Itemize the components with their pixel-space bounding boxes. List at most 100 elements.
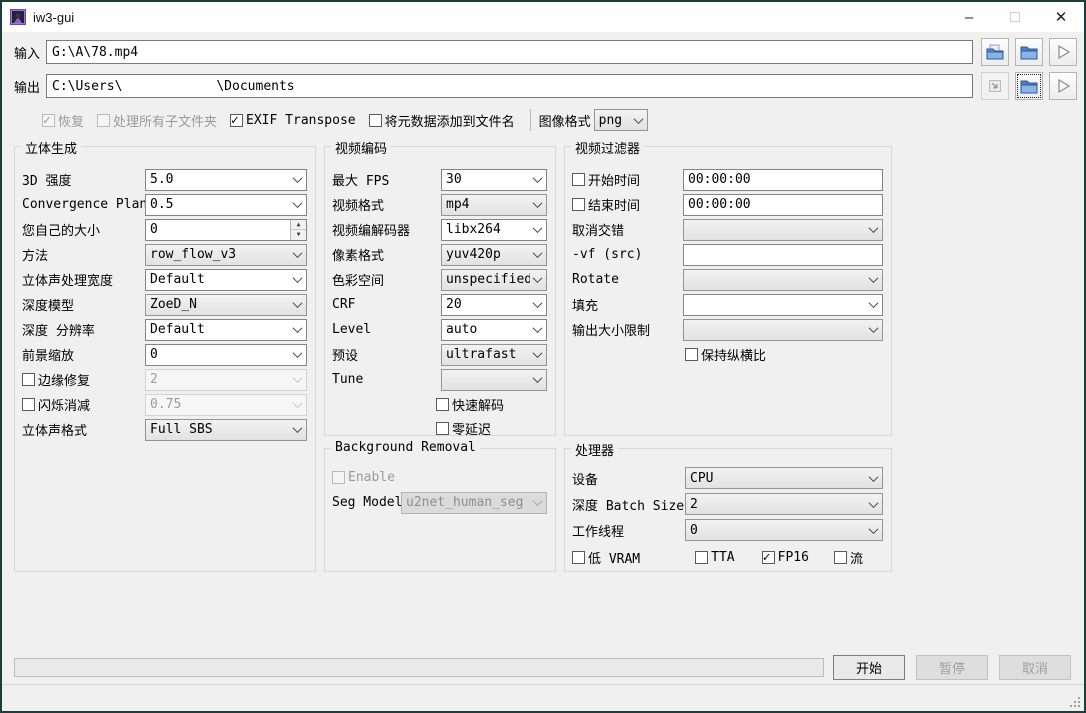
input-folder-button[interactable] bbox=[1015, 38, 1043, 66]
output-folder-button[interactable] bbox=[1015, 72, 1043, 100]
input-path-field[interactable]: G:\A\78.mp4 bbox=[46, 40, 973, 64]
stereo-format-select[interactable]: Full SBS bbox=[145, 419, 307, 441]
fp16-checkbox[interactable]: FP16 bbox=[762, 550, 809, 565]
preset-select[interactable]: ultrafast bbox=[441, 344, 547, 366]
pause-button[interactable]: 暂停 bbox=[916, 655, 988, 680]
start-button[interactable]: 开始 bbox=[833, 655, 905, 680]
colorspace-select[interactable]: unspecified bbox=[441, 269, 547, 291]
panel-title: 立体生成 bbox=[21, 138, 81, 157]
chevron-down-icon bbox=[290, 251, 305, 258]
output-path-field[interactable]: C:\Users\ \Documents bbox=[46, 74, 973, 98]
chevron-down-icon bbox=[290, 401, 305, 408]
field-row: 立体声处理宽度 Default bbox=[22, 267, 307, 292]
chevron-down-icon bbox=[866, 527, 881, 534]
field-row: 闪烁消减 0.75 bbox=[22, 392, 307, 417]
resume-checkbox[interactable]: 恢复 bbox=[42, 111, 84, 130]
end-time-field[interactable]: 00:00:00 bbox=[683, 194, 883, 216]
max-output-size-select[interactable] bbox=[683, 319, 883, 341]
output-auto-button[interactable] bbox=[981, 72, 1009, 100]
device-select[interactable]: CPU bbox=[685, 467, 883, 489]
chevron-down-icon bbox=[530, 276, 545, 283]
flicker-reduction-checkbox[interactable] bbox=[22, 398, 35, 411]
keep-aspect-checkbox[interactable]: 保持纵横比 bbox=[685, 345, 766, 364]
divergence-select[interactable]: 5.0 bbox=[145, 169, 307, 191]
metadata-filename-checkbox[interactable]: 将元数据添加到文件名 bbox=[369, 111, 515, 130]
own-size-spinner[interactable]: 0 ▲ ▼ bbox=[145, 219, 307, 241]
checkbox-icon bbox=[685, 348, 698, 361]
field-row: Level auto bbox=[332, 317, 547, 342]
stream-checkbox[interactable]: 流 bbox=[834, 548, 863, 567]
cancel-button[interactable]: 取消 bbox=[999, 655, 1071, 680]
input-play-button[interactable] bbox=[1049, 38, 1077, 66]
start-time-checkbox[interactable] bbox=[572, 173, 585, 186]
image-format-select[interactable]: png bbox=[594, 109, 648, 131]
level-select[interactable]: auto bbox=[441, 319, 547, 341]
max-fps-select[interactable]: 30 bbox=[441, 169, 547, 191]
resize-grip-icon[interactable] bbox=[1070, 697, 1080, 707]
exif-transpose-checkbox[interactable]: EXIF Transpose bbox=[230, 113, 356, 128]
zero-latency-checkbox[interactable]: 零延迟 bbox=[436, 419, 491, 438]
tune-select[interactable] bbox=[441, 369, 547, 391]
spin-up-icon[interactable]: ▲ bbox=[291, 220, 306, 231]
input-file-button[interactable] bbox=[981, 38, 1009, 66]
checkbox-icon bbox=[332, 471, 345, 484]
checkbox-icon bbox=[834, 551, 847, 564]
folder-icon bbox=[1019, 76, 1039, 96]
convergence-select[interactable]: 0.5 bbox=[145, 194, 307, 216]
main-content: 输入 G:\A\78.mp4 bbox=[2, 32, 1084, 711]
field-row: 取消交错 bbox=[572, 217, 883, 242]
play-icon bbox=[1053, 42, 1073, 62]
depth-model-select[interactable]: ZoeD_N bbox=[145, 294, 307, 316]
padding-select[interactable] bbox=[683, 294, 883, 316]
depth-batch-size-select[interactable]: 2 bbox=[685, 493, 883, 515]
chevron-down-icon bbox=[530, 376, 545, 383]
chevron-down-icon bbox=[290, 276, 305, 283]
field-row: 3D 强度 5.0 bbox=[22, 167, 307, 192]
edge-fix-select[interactable]: 2 bbox=[145, 369, 307, 391]
worker-threads-select[interactable]: 0 bbox=[685, 519, 883, 541]
chevron-down-icon bbox=[631, 117, 646, 124]
close-button[interactable]: ✕ bbox=[1038, 2, 1084, 32]
output-label: 输出 bbox=[14, 77, 42, 96]
field-row: 色彩空间 unspecified bbox=[332, 267, 547, 292]
field-row: 深度 分辨率 Default bbox=[22, 317, 307, 342]
rotate-select[interactable] bbox=[683, 269, 883, 291]
bgr-enable-checkbox[interactable]: Enable bbox=[332, 470, 395, 485]
video-codec-select[interactable]: libx264 bbox=[441, 219, 547, 241]
video-filters-panel: 视频过滤器 开始时间 00:00:00 结束时间 00:00:00 取消交错 bbox=[564, 146, 892, 436]
spin-down-icon[interactable]: ▼ bbox=[291, 230, 306, 240]
foreground-scale-select[interactable]: 0 bbox=[145, 344, 307, 366]
field-row: 预设 ultrafast bbox=[332, 342, 547, 367]
chevron-down-icon bbox=[866, 475, 881, 482]
chevron-down-icon bbox=[530, 251, 545, 258]
checkbox-icon bbox=[230, 114, 243, 127]
minimize-button[interactable]: – bbox=[946, 2, 992, 32]
edge-fix-checkbox[interactable] bbox=[22, 373, 35, 386]
output-play-button[interactable] bbox=[1049, 72, 1077, 100]
end-time-checkbox[interactable] bbox=[572, 198, 585, 211]
start-time-field[interactable]: 00:00:00 bbox=[683, 169, 883, 191]
stereo-width-select[interactable]: Default bbox=[145, 269, 307, 291]
field-row: 结束时间 00:00:00 bbox=[572, 192, 883, 217]
flicker-reduction-select[interactable]: 0.75 bbox=[145, 394, 307, 416]
image-format-label: 图像格式 bbox=[539, 111, 591, 130]
tta-checkbox[interactable]: TTA bbox=[695, 550, 734, 565]
field-row: 最大 FPS 30 bbox=[332, 167, 547, 192]
checkbox-icon bbox=[369, 114, 382, 127]
depth-resolution-select[interactable]: Default bbox=[145, 319, 307, 341]
subfolders-checkbox[interactable]: 处理所有子文件夹 bbox=[97, 111, 217, 130]
chevron-down-icon bbox=[530, 176, 545, 183]
pixel-format-select[interactable]: yuv420p bbox=[441, 244, 547, 266]
low-vram-checkbox[interactable]: 低 VRAM bbox=[572, 548, 640, 567]
deinterlace-select[interactable] bbox=[683, 219, 883, 241]
video-format-select[interactable]: mp4 bbox=[441, 194, 547, 216]
maximize-button[interactable] bbox=[992, 2, 1038, 32]
seg-model-select[interactable]: u2net_human_seg bbox=[401, 492, 547, 514]
vf-field[interactable] bbox=[683, 244, 883, 266]
field-row: Convergence Plane 0.5 bbox=[22, 192, 307, 217]
fast-decode-checkbox[interactable]: 快速解码 bbox=[436, 395, 504, 414]
method-select[interactable]: row_flow_v3 bbox=[145, 244, 307, 266]
crf-select[interactable]: 20 bbox=[441, 294, 547, 316]
chevron-down-icon bbox=[866, 326, 881, 333]
field-row: Seg Model u2net_human_seg bbox=[332, 490, 547, 515]
